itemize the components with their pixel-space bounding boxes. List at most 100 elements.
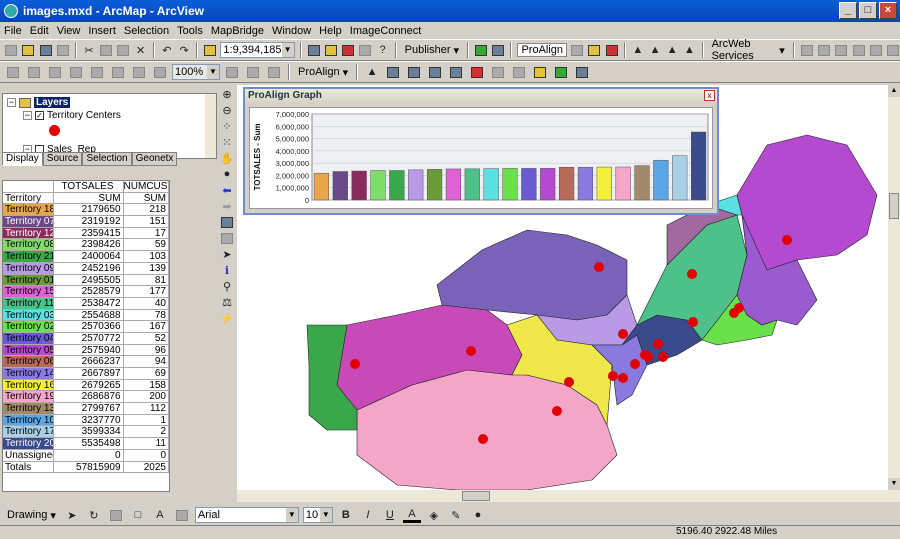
select-tool-icon[interactable]: ▲ (631, 42, 645, 58)
bold-button[interactable]: B (337, 507, 355, 523)
zoom-percent-combo[interactable]: 100% ▼ (172, 64, 220, 80)
text-icon[interactable]: A (151, 507, 169, 523)
publisher-tool2-icon[interactable] (491, 42, 505, 58)
map-vertical-scrollbar[interactable]: ▲ ▼ (888, 85, 900, 490)
add-data-icon[interactable] (203, 42, 217, 58)
table-row[interactable]: Territory 15 2528579 177 (3, 286, 169, 298)
proalign-tool6-icon[interactable] (468, 64, 486, 80)
table-row[interactable]: Territory 13 2799767 112 (3, 403, 169, 415)
table-row[interactable]: Territory 16 2679265 158 (3, 379, 169, 392)
edit-vertices-icon[interactable] (173, 507, 191, 523)
table-row[interactable]: Territory 08 2398426 59 (3, 239, 169, 252)
table-row[interactable]: Totals 57815909 2025 (3, 461, 169, 474)
table-row[interactable]: Territory 09 2452196 139 (3, 262, 169, 275)
toggle-draft-icon[interactable] (223, 64, 241, 80)
menu-tools[interactable]: Tools (177, 25, 203, 37)
center-dot[interactable] (618, 373, 628, 383)
layout-zoom-out-icon[interactable] (25, 64, 43, 80)
layers-node[interactable]: − Layers (7, 97, 71, 108)
center-dot[interactable] (564, 377, 574, 387)
center-dot[interactable] (782, 235, 792, 245)
select-tool2-icon[interactable]: ▲ (648, 42, 662, 58)
center-dot[interactable] (687, 269, 697, 279)
publisher-menu[interactable]: Publisher ▾ (402, 44, 462, 57)
arcweb-services-menu[interactable]: ArcWeb Services ▾ (709, 38, 788, 62)
layout-fixed-out-icon[interactable] (109, 64, 127, 80)
zoom-whole-page-icon[interactable] (107, 507, 125, 523)
proalign-button[interactable]: ProAlign (517, 43, 568, 57)
center-dot[interactable] (734, 303, 744, 313)
layout-back-icon[interactable] (130, 64, 148, 80)
menu-help[interactable]: Help (319, 25, 342, 37)
copy-icon[interactable] (99, 42, 113, 58)
tab-display[interactable]: Display (2, 152, 43, 166)
select-arrow-icon[interactable]: ➤ (63, 507, 81, 523)
select-elements-icon[interactable]: ➤ (219, 247, 235, 261)
select-features-icon[interactable] (219, 215, 235, 229)
table-row[interactable]: Territory 19 2686876 200 (3, 391, 169, 404)
pan-hand-icon[interactable]: ✋ (219, 151, 235, 165)
table-row[interactable]: Territory 17 3599334 2 (3, 426, 169, 439)
italic-button[interactable]: I (359, 507, 377, 523)
table-row[interactable]: Territory 02 2570366 167 (3, 321, 169, 333)
font-size-combo[interactable]: 10 ▼ (302, 507, 333, 523)
territory-purple-ny[interactable] (436, 229, 628, 321)
undo-icon[interactable]: ↶ (160, 42, 174, 58)
menu-window[interactable]: Window (272, 25, 311, 37)
zoom-out-icon[interactable]: ⊖ (219, 103, 235, 117)
table-row[interactable]: Territory 05 2575940 96 (3, 344, 169, 357)
layout-full-icon[interactable] (67, 64, 85, 80)
table-row[interactable]: Territory 07 2319192 151 (3, 216, 169, 228)
table-row[interactable]: Territory 11 2538472 40 (3, 297, 169, 310)
fixed-zoom-out-icon[interactable]: ⁙ (219, 135, 235, 149)
measure-icon[interactable]: ⚖ (219, 295, 235, 309)
territory-centers-node[interactable]: − ✓ Territory Centers (23, 110, 121, 121)
select-tool3-icon[interactable]: ▲ (665, 42, 679, 58)
back-arrow-icon[interactable]: ⬅ (219, 183, 235, 197)
graph-title-bar[interactable]: ProAlign Graph x (245, 89, 717, 103)
proalign-tool9-icon[interactable] (531, 64, 549, 80)
proalign-table-icon[interactable] (573, 64, 591, 80)
zoom-in-icon[interactable]: ⊕ (219, 87, 235, 101)
identify-icon[interactable]: ℹ (219, 263, 235, 277)
table-row[interactable]: Territory 04 2570772 52 (3, 332, 169, 345)
hyperlink-icon[interactable]: ⚡ (219, 311, 235, 325)
col-header-numcust[interactable]: NUMCUST (123, 181, 169, 193)
open-icon[interactable] (21, 42, 35, 58)
arcweb-tool4-icon[interactable] (851, 42, 865, 58)
underline-button[interactable]: U (381, 507, 399, 523)
center-dot[interactable] (658, 352, 668, 362)
rectangle-icon[interactable]: □ (129, 507, 147, 523)
scroll-down-icon[interactable]: ▼ (888, 478, 900, 490)
proalign-tool1-icon[interactable]: ▲ (363, 64, 381, 80)
proalign-menu[interactable]: ProAlign ▾ (295, 66, 351, 79)
forward-arrow-icon[interactable]: ➡ (219, 199, 235, 213)
tab-geonetx[interactable]: Geonetx (131, 152, 178, 166)
minimize-button[interactable]: _ (839, 2, 857, 19)
menu-edit[interactable]: Edit (30, 25, 49, 37)
menu-imageconnect[interactable]: ImageConnect (350, 25, 422, 37)
center-dot[interactable] (608, 371, 618, 381)
layout-fixed-in-icon[interactable] (88, 64, 106, 80)
clear-selection-icon[interactable] (219, 231, 235, 245)
menu-insert[interactable]: Insert (88, 25, 116, 37)
table-row[interactable]: Territory 14 2667897 69 (3, 368, 169, 380)
focus-frame-icon[interactable] (244, 64, 262, 80)
tab-selection[interactable]: Selection (82, 152, 132, 166)
new-doc-icon[interactable] (4, 42, 18, 58)
rotate-icon[interactable]: ↻ (85, 507, 103, 523)
fixed-zoom-in-icon[interactable]: ⁘ (219, 119, 235, 133)
hscroll-thumb[interactable] (462, 491, 490, 501)
scroll-thumb[interactable] (889, 193, 899, 219)
proalign-tool2-icon[interactable] (384, 64, 402, 80)
scroll-up-icon[interactable]: ▲ (888, 85, 900, 97)
cut-icon[interactable]: ✂ (82, 42, 96, 58)
font-color-icon[interactable]: A (402, 507, 421, 523)
center-dot[interactable] (643, 352, 653, 362)
maximize-button[interactable]: □ (859, 2, 877, 19)
map-scale-combo[interactable]: 1:9,394,185 ▼ (220, 42, 295, 58)
proalign-tool5-icon[interactable] (447, 64, 465, 80)
center-dot[interactable] (630, 359, 640, 369)
table-row[interactable]: Territory 01 2495505 81 (3, 274, 169, 287)
center-dot[interactable] (594, 262, 604, 272)
